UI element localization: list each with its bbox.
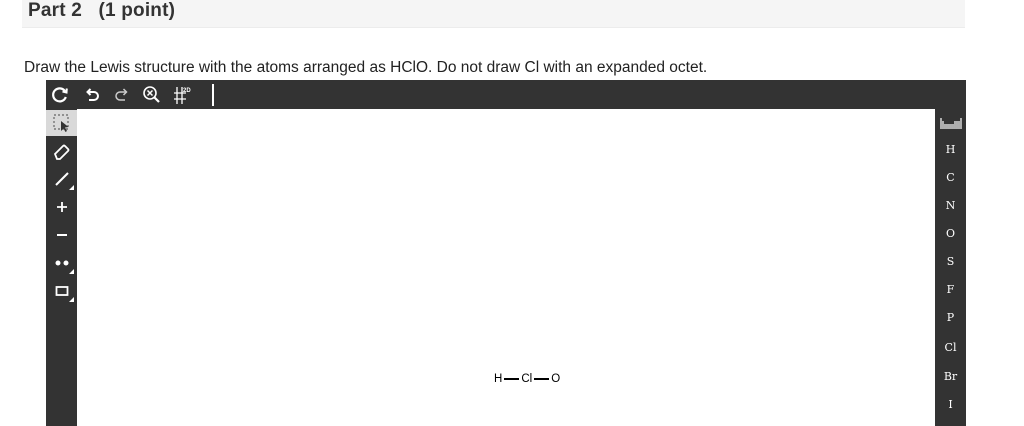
bond-options-corner [69,185,74,190]
clear-button[interactable] [49,84,71,106]
eraser-tool[interactable] [46,138,77,164]
view-2d-button[interactable]: 2D [172,84,198,106]
lone-pair-tool[interactable] [46,250,77,276]
plus-icon [56,202,67,212]
structure-editor: 2D H Cl O H C N O S F P Cl Br I [46,80,966,426]
single-bond-icon [54,172,69,186]
top-toolbar: 2D [46,80,966,109]
lone-pair-icon [55,260,68,266]
rectangle-icon [55,286,68,296]
toolbar-separator [212,84,214,106]
view-2d-label: 2D [183,88,191,94]
bracket-tool[interactable] [46,278,77,304]
atom-cl[interactable]: Cl [521,372,532,386]
periodic-table-icon [939,118,962,129]
element-n-button[interactable]: N [935,191,966,219]
element-s-button[interactable]: S [935,247,966,275]
increase-charge-tool[interactable] [46,194,77,220]
bracket-options-corner [69,297,74,302]
question-prompt: Draw the Lewis structure with the atoms … [24,59,708,76]
zoom-button[interactable] [141,84,163,106]
atom-o[interactable]: O [551,372,560,386]
undo-button[interactable] [81,84,103,106]
element-c-button[interactable]: C [935,163,966,191]
select-tool[interactable] [46,110,77,136]
element-f-button[interactable]: F [935,275,966,303]
eraser-icon [53,144,69,160]
periodic-table-button[interactable] [935,109,966,137]
decrease-charge-tool[interactable] [46,222,77,248]
bond-cl-o[interactable] [534,378,550,380]
bond-tool[interactable] [46,166,77,192]
element-cl-button[interactable]: Cl [935,333,966,361]
zoom-cancel-icon [143,86,160,103]
molecule[interactable]: H Cl O [494,372,560,386]
bond-h-cl[interactable] [504,378,520,380]
element-p-button[interactable]: P [935,303,966,331]
undo-icon [86,88,99,101]
refresh-icon [52,87,68,103]
redo-button[interactable] [111,84,133,106]
grid-2d-icon: 2D [174,87,191,104]
element-h-button[interactable]: H [935,135,966,163]
element-o-button[interactable]: O [935,219,966,247]
part-header: Part 2 (1 point) [22,0,965,28]
minus-icon [56,234,67,236]
atom-h[interactable]: H [494,372,502,386]
drawing-canvas[interactable]: H Cl O [77,109,935,426]
lone-pair-options-corner [69,269,74,274]
element-i-button[interactable]: I [935,390,966,418]
redo-icon [115,88,128,101]
select-cursor-icon [52,114,69,132]
element-br-button[interactable]: Br [935,362,966,390]
part-title: Part 2 (1 point) [28,0,176,21]
